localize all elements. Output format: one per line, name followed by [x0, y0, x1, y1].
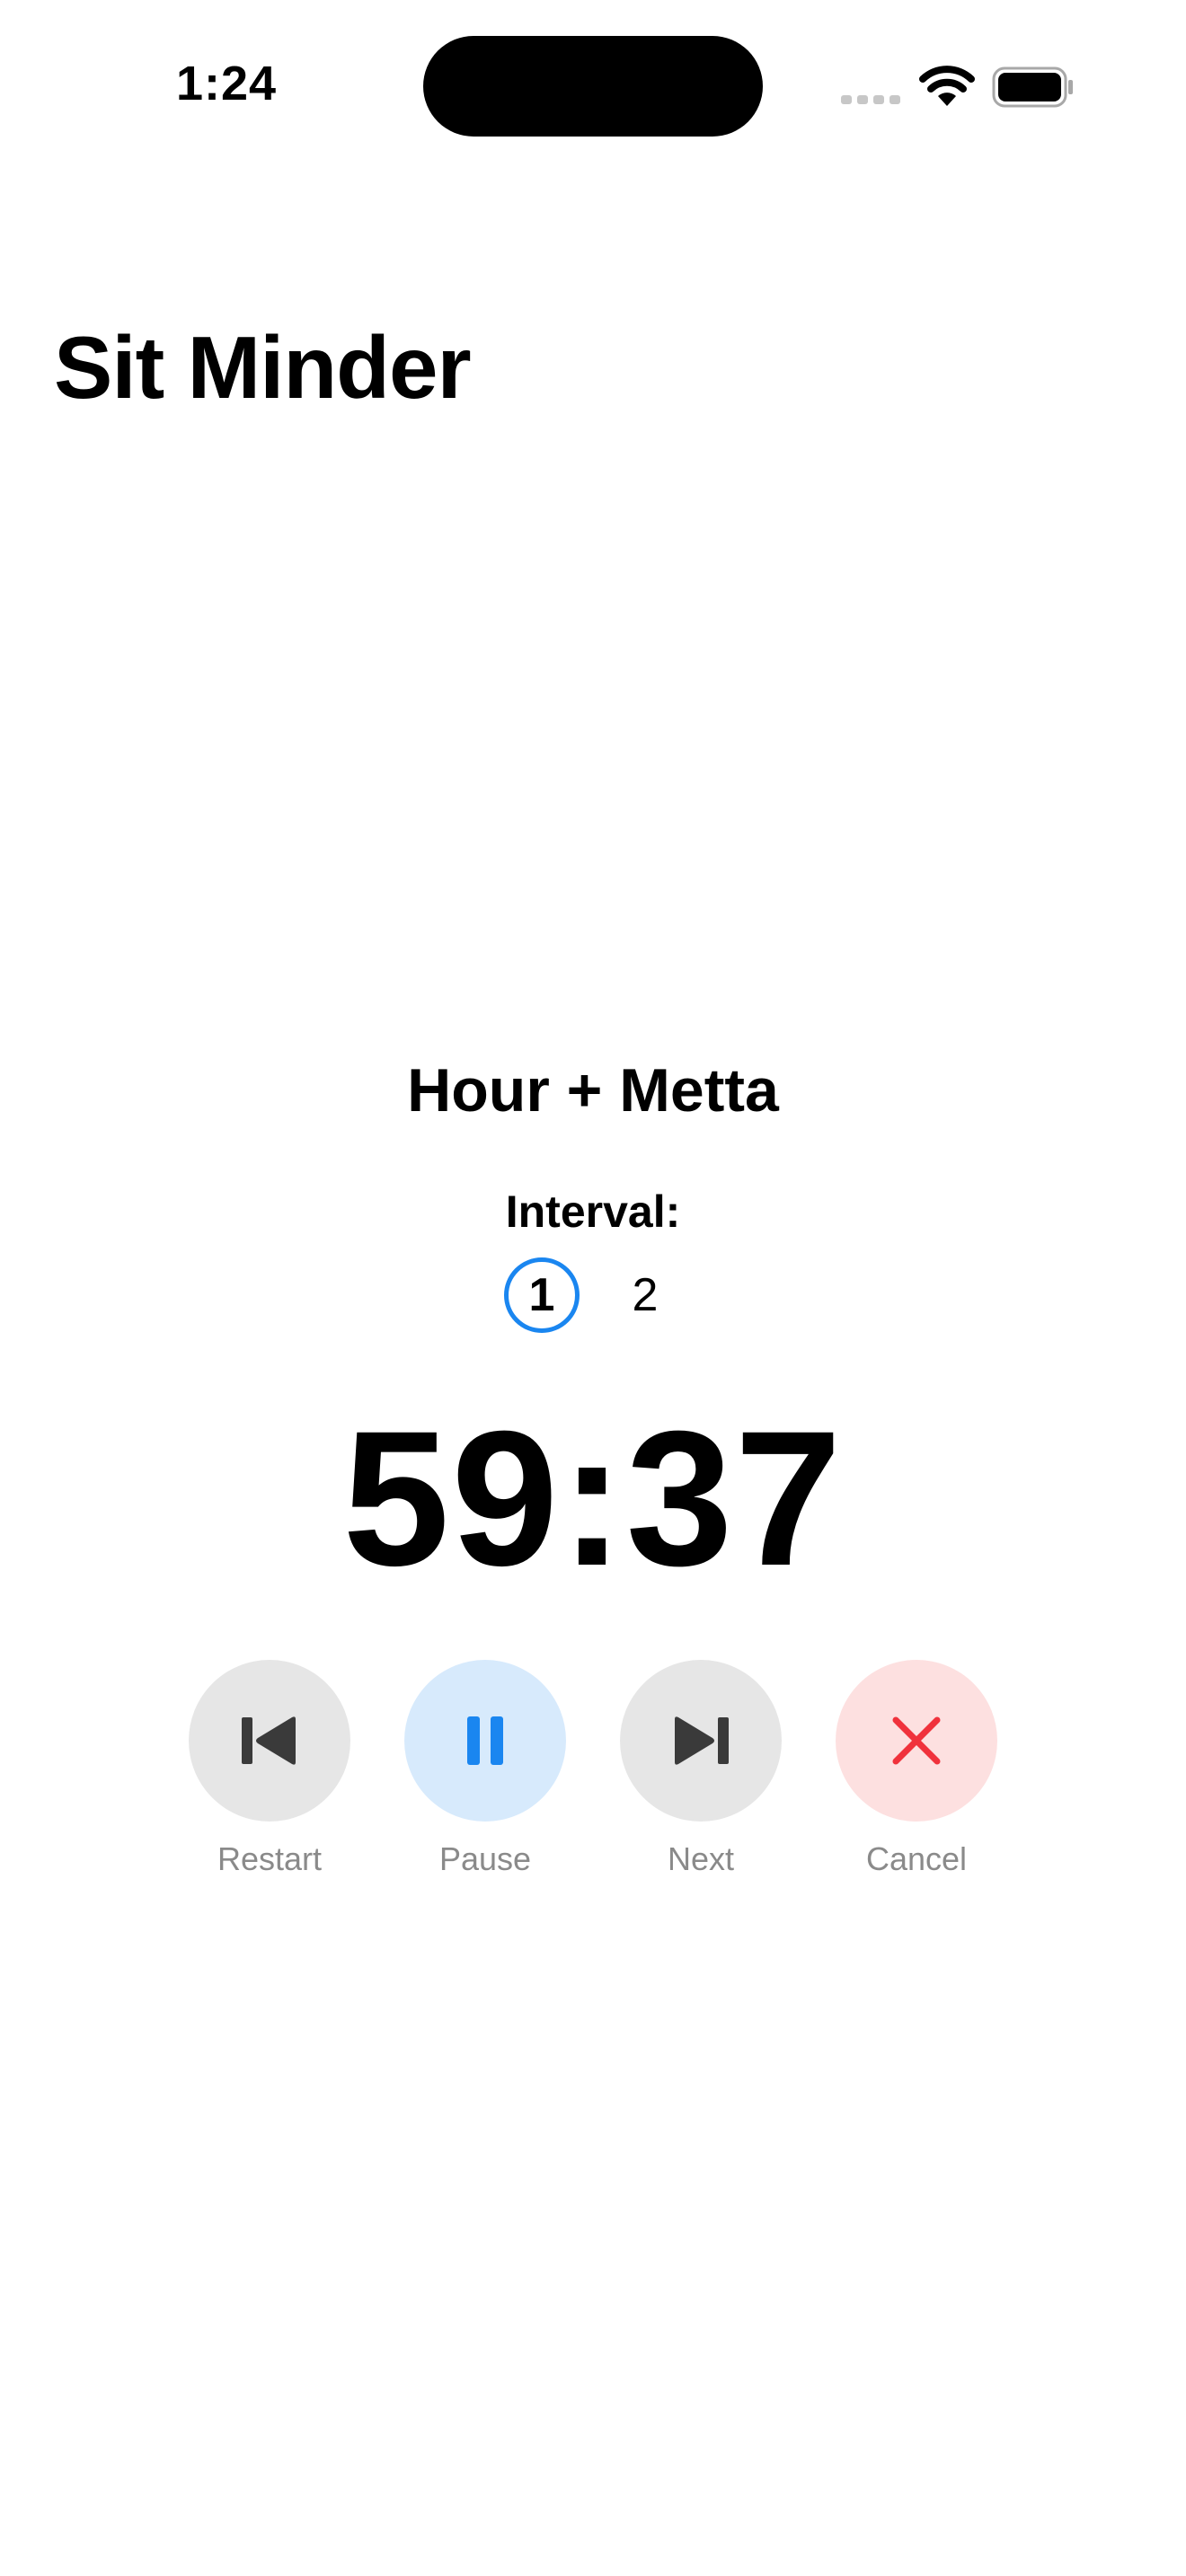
- battery-icon: [992, 66, 1073, 108]
- pause-button-circle[interactable]: [404, 1660, 566, 1822]
- countdown-timer: 59:37: [342, 1391, 844, 1606]
- restart-button[interactable]: Restart: [189, 1660, 350, 1875]
- skip-back-icon: [242, 1716, 296, 1765]
- next-button-circle[interactable]: [620, 1660, 782, 1822]
- cancel-label: Cancel: [865, 1840, 968, 1877]
- next-label: Next: [667, 1840, 735, 1877]
- interval-label: Interval:: [505, 1187, 681, 1237]
- pause-icon: [467, 1716, 503, 1765]
- restart-button-circle[interactable]: [189, 1660, 350, 1822]
- pause-label: Pause: [438, 1840, 532, 1877]
- cancel-button[interactable]: Cancel: [836, 1660, 997, 1875]
- wifi-icon: [919, 66, 975, 106]
- pause-button[interactable]: Pause: [404, 1660, 566, 1875]
- restart-label: Restart: [217, 1840, 323, 1877]
- cancel-button-circle[interactable]: [836, 1660, 997, 1822]
- interval-step-2[interactable]: 2: [607, 1257, 683, 1333]
- page-title: Sit Minder: [54, 318, 472, 417]
- interval-step-1[interactable]: 1: [504, 1257, 580, 1333]
- skip-forward-icon: [675, 1716, 729, 1765]
- session-name: Hour + Metta: [407, 1056, 779, 1125]
- dynamic-island: [423, 36, 763, 137]
- close-icon: [892, 1716, 941, 1765]
- next-button[interactable]: Next: [620, 1660, 782, 1875]
- status-time: 1:24: [176, 57, 278, 110]
- signal-icon: [841, 95, 900, 104]
